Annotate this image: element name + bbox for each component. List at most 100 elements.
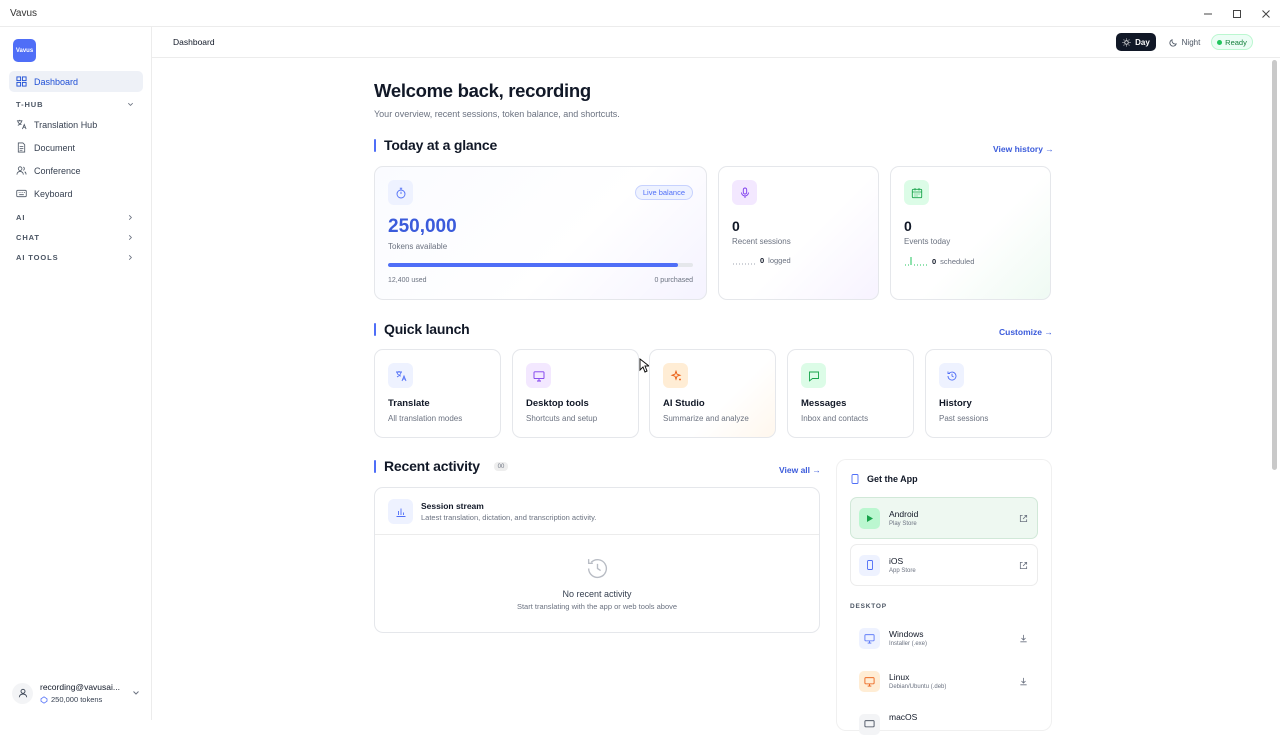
customize-link[interactable]: Customize → xyxy=(999,327,1053,337)
close-icon xyxy=(1261,9,1270,18)
android-download[interactable]: Android Play Store xyxy=(850,497,1038,539)
top-header: Dashboard Day Night Ready xyxy=(152,27,1280,58)
section-ai[interactable]: AI xyxy=(16,213,134,222)
stopwatch-tile xyxy=(388,180,413,205)
section-heading-quick-launch: Quick launch xyxy=(374,321,470,337)
chevron-down-icon xyxy=(133,691,139,695)
get-app-title: Get the App xyxy=(867,474,918,484)
night-theme-button[interactable]: Night xyxy=(1163,33,1206,51)
dashboard-icon xyxy=(16,76,27,87)
sessions-logged-value: 0 xyxy=(760,256,765,265)
user-email: recording@vavusai... xyxy=(40,682,120,692)
sidebar-item-keyboard[interactable]: Keyboard xyxy=(9,183,143,204)
chevron-down-icon xyxy=(128,102,133,106)
play-icon xyxy=(867,514,873,522)
maximize-icon xyxy=(1232,9,1241,18)
sessions-caption: Recent sessions xyxy=(732,237,791,246)
maximize-button[interactable] xyxy=(1222,0,1251,27)
title-bar: Vavus xyxy=(0,0,1280,27)
events-caption: Events today xyxy=(904,237,951,246)
users-icon xyxy=(16,166,27,175)
breadcrumb: Dashboard xyxy=(173,37,215,47)
day-theme-button[interactable]: Day xyxy=(1116,33,1156,51)
quick-launch-ai-studio[interactable]: AI Studio Summarize and analyze xyxy=(649,349,776,438)
sidebar: Vavus Dashboard T-HUB Translation Hub Do… xyxy=(0,27,152,720)
sidebar-item-conference[interactable]: Conference xyxy=(9,160,143,181)
section-t-hub[interactable]: T-HUB xyxy=(16,100,134,109)
sidebar-item-dashboard[interactable]: Dashboard xyxy=(9,71,143,92)
token-progress-bar xyxy=(388,263,693,267)
section-chat[interactable]: CHAT xyxy=(16,233,134,242)
microphone-tile xyxy=(732,180,757,205)
view-history-link[interactable]: View history → xyxy=(993,144,1054,154)
quick-launch-desktop-tools[interactable]: Desktop tools Shortcuts and setup xyxy=(512,349,639,438)
stopwatch-icon xyxy=(396,187,405,198)
session-stream-title: Session stream xyxy=(421,501,484,511)
close-window-button[interactable] xyxy=(1251,0,1280,27)
page-subtitle: Your overview, recent sessions, token ba… xyxy=(374,109,620,119)
minimize-button[interactable] xyxy=(1193,0,1222,27)
microphone-icon xyxy=(740,187,749,198)
calendar-tile xyxy=(904,180,929,205)
sidebar-item-label: Dashboard xyxy=(34,76,79,87)
sessions-count: 0 xyxy=(732,218,740,234)
phone-icon xyxy=(866,560,873,570)
events-count: 0 xyxy=(904,218,912,234)
monitor-icon xyxy=(533,370,544,381)
history-icon xyxy=(947,371,956,380)
minimize-icon xyxy=(1203,13,1212,14)
view-all-link[interactable]: View all → xyxy=(779,465,821,475)
scrollbar[interactable] xyxy=(1272,60,1277,470)
user-menu[interactable]: recording@vavusai... 250,000 tokens xyxy=(12,678,140,708)
app-logo[interactable]: Vavus xyxy=(13,39,36,62)
status-dot xyxy=(1217,39,1223,45)
keyboard-icon xyxy=(16,189,27,198)
quick-launch-translate[interactable]: Translate All translation modes xyxy=(374,349,501,438)
section-ai-tools[interactable]: AI TOOLS xyxy=(16,253,134,262)
chevron-right-icon xyxy=(128,235,132,240)
session-stream-subtitle: Latest translation, dictation, and trans… xyxy=(421,513,597,522)
chevron-right-icon xyxy=(128,215,132,220)
tokens-used: 12,400 used xyxy=(388,277,427,284)
phone-icon xyxy=(851,474,859,484)
session-stream-card: Session stream Latest translation, dicta… xyxy=(374,487,820,633)
monitor-icon xyxy=(864,719,875,727)
download-icon xyxy=(1020,677,1027,685)
history-icon xyxy=(587,559,607,579)
status-badge: Ready xyxy=(1211,34,1253,50)
ios-download[interactable]: iOS App Store xyxy=(850,544,1038,586)
window-controls xyxy=(1193,0,1280,27)
quick-launch-messages[interactable]: Messages Inbox and contacts xyxy=(787,349,914,438)
download-icon xyxy=(1020,634,1027,642)
user-icon xyxy=(18,688,27,698)
get-app-panel: Get the App Android Play Store iOS App S… xyxy=(837,460,1051,735)
tokens-purchased: 0 purchased xyxy=(654,277,693,284)
live-balance-badge: Live balance xyxy=(634,185,693,200)
macos-download[interactable]: macOS xyxy=(850,703,1038,745)
linux-download[interactable]: Linux Debian/Ubuntu (.deb) xyxy=(850,660,1038,702)
sun-icon xyxy=(1122,37,1131,47)
quick-launch-history[interactable]: History Past sessions xyxy=(925,349,1052,438)
sidebar-item-translation-hub[interactable]: Translation Hub xyxy=(9,114,143,135)
events-today-card: 0 Events today 0 scheduled xyxy=(890,166,1051,300)
sparkles-icon xyxy=(670,369,681,381)
bar-chart-icon xyxy=(396,508,405,517)
token-icon xyxy=(40,695,48,704)
moon-icon xyxy=(1169,38,1177,47)
external-link-icon xyxy=(1019,514,1028,522)
translate-icon xyxy=(16,119,27,130)
recent-sessions-card: 0 Recent sessions 0 logged xyxy=(718,166,879,300)
mouse-cursor-icon xyxy=(639,358,649,373)
windows-download[interactable]: Windows Installer (.exe) xyxy=(850,617,1038,659)
document-icon xyxy=(17,142,26,153)
token-balance-value: 250,000 xyxy=(388,216,457,237)
events-scheduled-value: 0 xyxy=(932,256,937,266)
sidebar-item-document[interactable]: Document xyxy=(9,137,143,158)
section-heading-glance: Today at a glance xyxy=(374,137,497,153)
translate-icon xyxy=(395,370,406,381)
token-balance-caption: Tokens available xyxy=(388,242,448,251)
page-title: Welcome back, recording xyxy=(374,80,591,101)
empty-state-title: No recent activity xyxy=(562,589,632,599)
message-icon xyxy=(808,371,819,382)
sparkline-icon xyxy=(905,257,927,266)
